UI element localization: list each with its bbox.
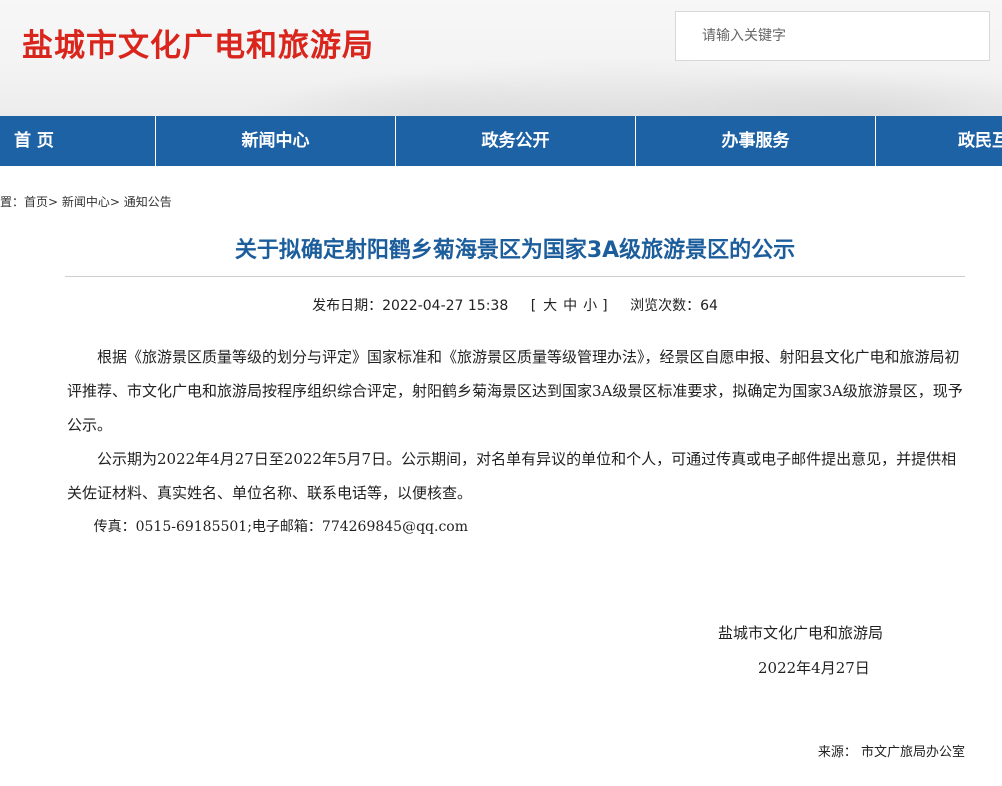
nav-item-news-center[interactable]: 新闻中心 bbox=[156, 116, 396, 166]
nav-item-government-affairs[interactable]: 政务公开 bbox=[396, 116, 636, 166]
view-count: 浏览次数：64 bbox=[630, 298, 718, 314]
title-divider bbox=[65, 276, 965, 277]
publish-date: 2022-04-27 15:38 bbox=[382, 298, 509, 314]
article-paragraph: 根据《旅游景区质量等级的划分与评定》国家标准和《旅游景区质量等级管理办法》，经景… bbox=[67, 348, 963, 434]
nav-item-home[interactable]: 首 页 bbox=[0, 116, 156, 166]
signature-organization: 盐城市文化广电和旅游局 bbox=[718, 624, 884, 642]
article-source: 来源： 市文广旅局办公室 bbox=[817, 745, 965, 760]
contact-info: 传真：0515-69185501;电子邮箱：774269845@qq.com bbox=[93, 519, 469, 535]
font-size-switcher: [大中小] bbox=[530, 298, 608, 314]
font-size-large-link[interactable]: 大 bbox=[543, 298, 557, 314]
article-meta: 发布日期：2022-04-27 15:38 [大中小] 浏览次数：64 bbox=[65, 295, 965, 315]
breadcrumb-news-center-link[interactable]: 新闻中心 bbox=[62, 195, 110, 209]
nav-item-services[interactable]: 办事服务 bbox=[636, 116, 876, 166]
breadcrumb-notice-link[interactable]: 通知公告 bbox=[124, 195, 172, 209]
signature-date: 2022年4月27日 bbox=[758, 659, 870, 677]
breadcrumb-separator: > bbox=[109, 195, 124, 209]
nav-item-interaction[interactable]: 政民互动 bbox=[876, 116, 1002, 166]
article-paragraph: 公示期为2022年4月27日至2022年5月7日。公示期间，对名单有异议的单位和… bbox=[67, 450, 957, 502]
article-title: 关于拟确定射阳鹤乡菊海景区为国家3A级旅游景区的公示 bbox=[234, 238, 796, 263]
site-header: 盐城市文化广电和旅游局 bbox=[0, 0, 1002, 116]
breadcrumb-home-link[interactable]: 首页 bbox=[24, 195, 48, 209]
breadcrumb-prefix: 位置： bbox=[0, 195, 25, 209]
font-size-medium-link[interactable]: 中 bbox=[563, 298, 577, 314]
search-input[interactable] bbox=[676, 12, 989, 60]
publish-date-label: 发布日期：2022-04-27 15:38 bbox=[312, 298, 509, 314]
breadcrumb-separator: > bbox=[48, 195, 62, 209]
site-title[interactable]: 盐城市文化广电和旅游局 bbox=[22, 20, 374, 65]
main-nav: 首 页 新闻中心 政务公开 办事服务 政民互动 bbox=[0, 116, 1002, 166]
article-body: 根据《旅游景区质量等级的划分与评定》国家标准和《旅游景区质量等级管理办法》，经景… bbox=[67, 340, 965, 544]
search-box[interactable] bbox=[675, 11, 990, 61]
view-count-value: 64 bbox=[700, 298, 718, 314]
font-size-small-link[interactable]: 小 bbox=[583, 298, 597, 314]
breadcrumb: 位置：首页> 新闻中心> 通知公告 bbox=[0, 193, 172, 210]
